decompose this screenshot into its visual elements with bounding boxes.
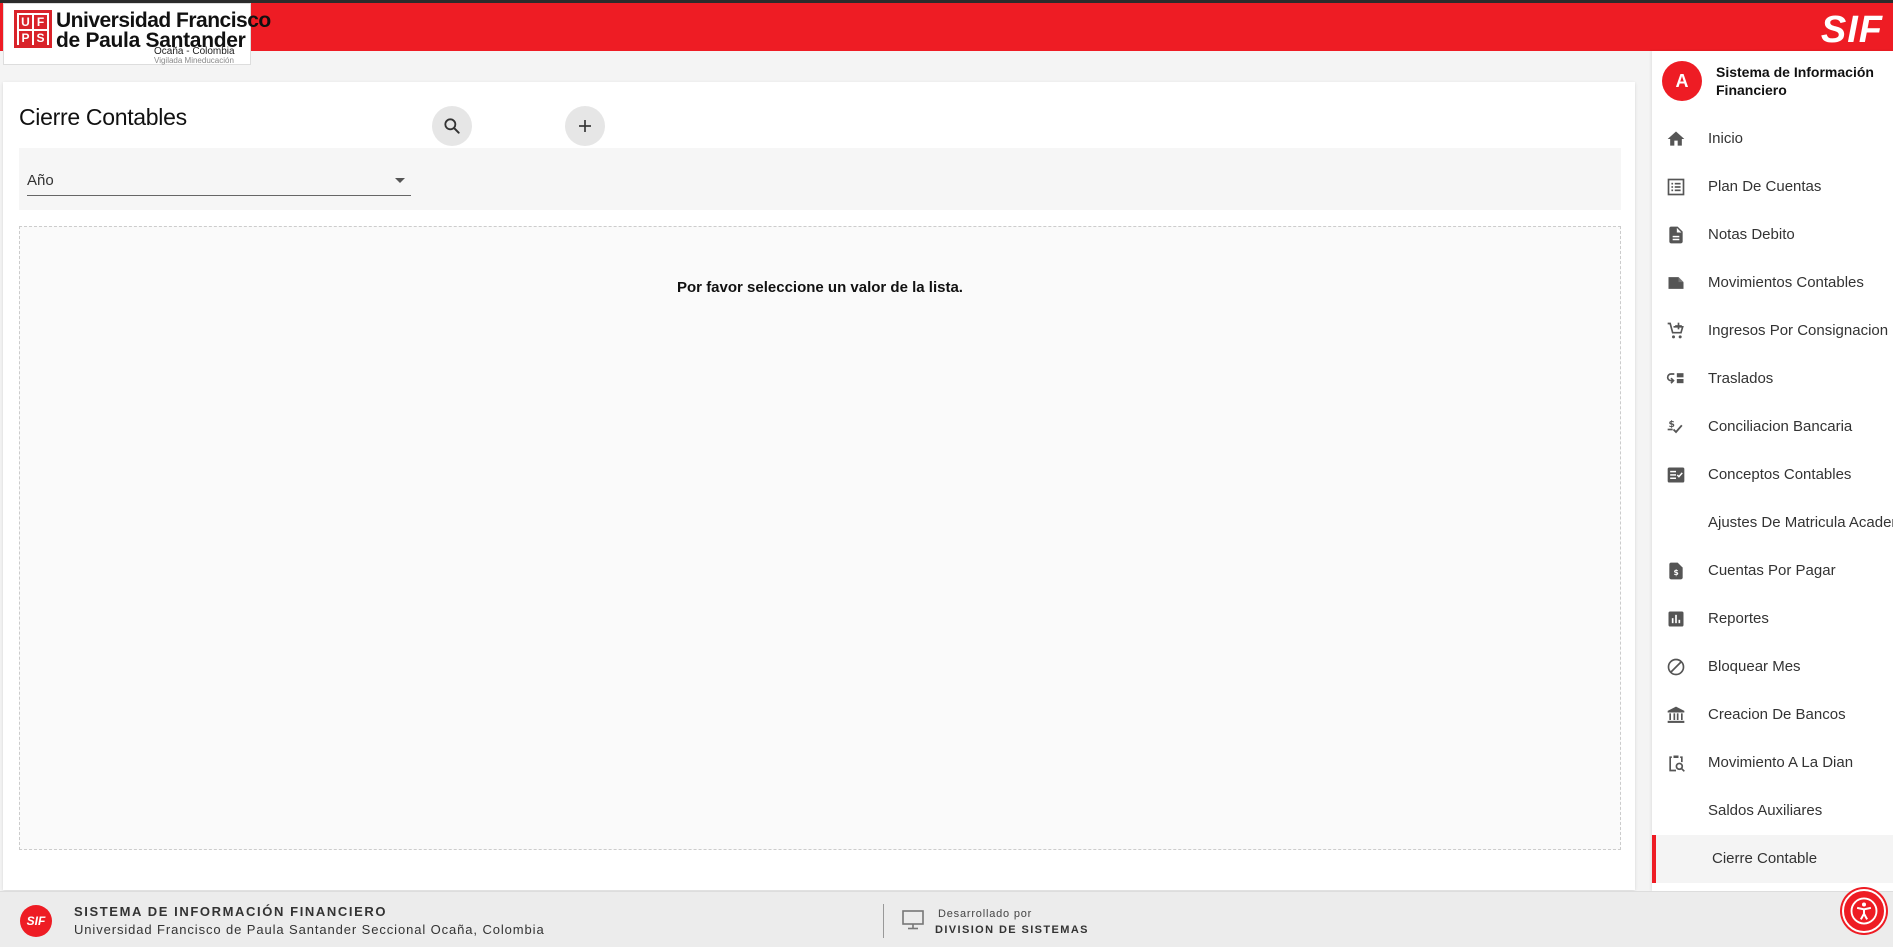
page-title: Cierre Contables <box>19 104 187 130</box>
year-select[interactable]: Año <box>27 168 411 196</box>
sidebar-item-cuentas-por-pagar[interactable]: $ Cuentas Por Pagar <box>1652 547 1893 595</box>
sidebar-item-ajustes-de-matricula[interactable]: Ajustes De Matricula Academic <box>1652 499 1893 547</box>
invoice-dollar-icon: $ <box>1666 561 1686 581</box>
home-icon <box>1666 129 1686 149</box>
footer-divider <box>883 904 884 938</box>
sidebar-title: Sistema de Información Financiero <box>1716 64 1874 98</box>
list-icon <box>1666 177 1686 197</box>
sidebar-item-saldos-auxiliares[interactable]: Saldos Auxiliares <box>1652 787 1893 835</box>
sidebar-item-plan-de-cuentas[interactable]: Plan De Cuentas <box>1652 163 1893 211</box>
sidebar: A Sistema de Información Financiero Inic… <box>1652 51 1893 891</box>
footer-developed-by: Desarrollado por <box>938 908 1033 920</box>
clipboard-search-icon <box>1666 753 1686 773</box>
checklist-icon <box>1666 465 1686 485</box>
footer-system-name: SISTEMA DE INFORMACIÓN FINANCIERO <box>74 904 388 919</box>
cart-add-icon <box>1666 321 1686 341</box>
block-icon <box>1666 657 1686 677</box>
sidebar-item-movimientos-contables[interactable]: Movimientos Contables <box>1652 259 1893 307</box>
dropdown-arrow-icon <box>395 178 405 183</box>
accessibility-button[interactable] <box>1842 889 1886 933</box>
sidebar-header: A Sistema de Información Financiero <box>1652 51 1893 111</box>
svg-text:$: $ <box>1674 568 1679 577</box>
sidebar-item-traslados[interactable]: Traslados <box>1652 355 1893 403</box>
plus-icon <box>579 120 591 132</box>
note-icon <box>1666 273 1686 293</box>
money-check-icon: $ <box>1666 417 1686 437</box>
footer: SIF SISTEMA DE INFORMACIÓN FINANCIERO Un… <box>0 891 1893 947</box>
sidebar-item-bloquear-mes[interactable]: Bloquear Mes <box>1652 643 1893 691</box>
footer-developer: DIVISION DE SISTEMAS <box>935 924 1089 936</box>
bank-icon <box>1666 705 1686 725</box>
transfer-icon <box>1666 369 1686 389</box>
footer-sif-logo: SIF <box>20 905 52 937</box>
university-logo[interactable]: U F P S Universidad Francisco de Paula S… <box>3 3 271 65</box>
search-button[interactable] <box>432 106 472 146</box>
sidebar-item-notas-debito[interactable]: Notas Debito <box>1652 211 1893 259</box>
year-select-label: Año <box>27 172 54 189</box>
sidebar-item-movimiento-a-la-dian[interactable]: Movimiento A La Dian <box>1652 739 1893 787</box>
search-icon <box>444 118 460 134</box>
main-card: Cierre Contables Año Por favor seleccion… <box>3 82 1635 890</box>
ufps-logo-mark: U F P S <box>14 10 52 48</box>
add-button[interactable] <box>565 106 605 146</box>
svg-text:$: $ <box>1669 419 1675 430</box>
results-panel: Por favor seleccione un valor de la list… <box>19 226 1621 850</box>
sidebar-item-conciliacion-bancaria[interactable]: $ Conciliacion Bancaria <box>1652 403 1893 451</box>
sidebar-item-creacion-de-bancos[interactable]: Creacion De Bancos <box>1652 691 1893 739</box>
footer-university: Universidad Francisco de Paula Santander… <box>74 922 545 937</box>
sidebar-item-ingresos-por-consignacion[interactable]: Ingresos Por Consignacion Ban <box>1652 307 1893 355</box>
filter-bar: Año <box>19 148 1621 210</box>
document-icon <box>1666 225 1686 245</box>
monitor-icon <box>902 910 924 930</box>
sidebar-nav: Inicio Plan De Cuentas Notas Debito Movi… <box>1652 115 1893 883</box>
empty-message: Por favor seleccione un valor de la list… <box>677 279 963 296</box>
sif-brand-logo: SIF <box>1820 9 1883 51</box>
logo-line-4: Vigilada Mineducación <box>154 56 234 65</box>
top-bar: SIF <box>0 0 1893 51</box>
bar-chart-icon <box>1666 609 1686 629</box>
sidebar-item-reportes[interactable]: Reportes <box>1652 595 1893 643</box>
sidebar-item-cierre-contable[interactable]: Cierre Contable <box>1652 835 1893 883</box>
sidebar-item-conceptos-contables[interactable]: Conceptos Contables <box>1652 451 1893 499</box>
accessibility-icon <box>1850 897 1878 925</box>
avatar[interactable]: A <box>1662 61 1702 101</box>
sidebar-item-inicio[interactable]: Inicio <box>1652 115 1893 163</box>
